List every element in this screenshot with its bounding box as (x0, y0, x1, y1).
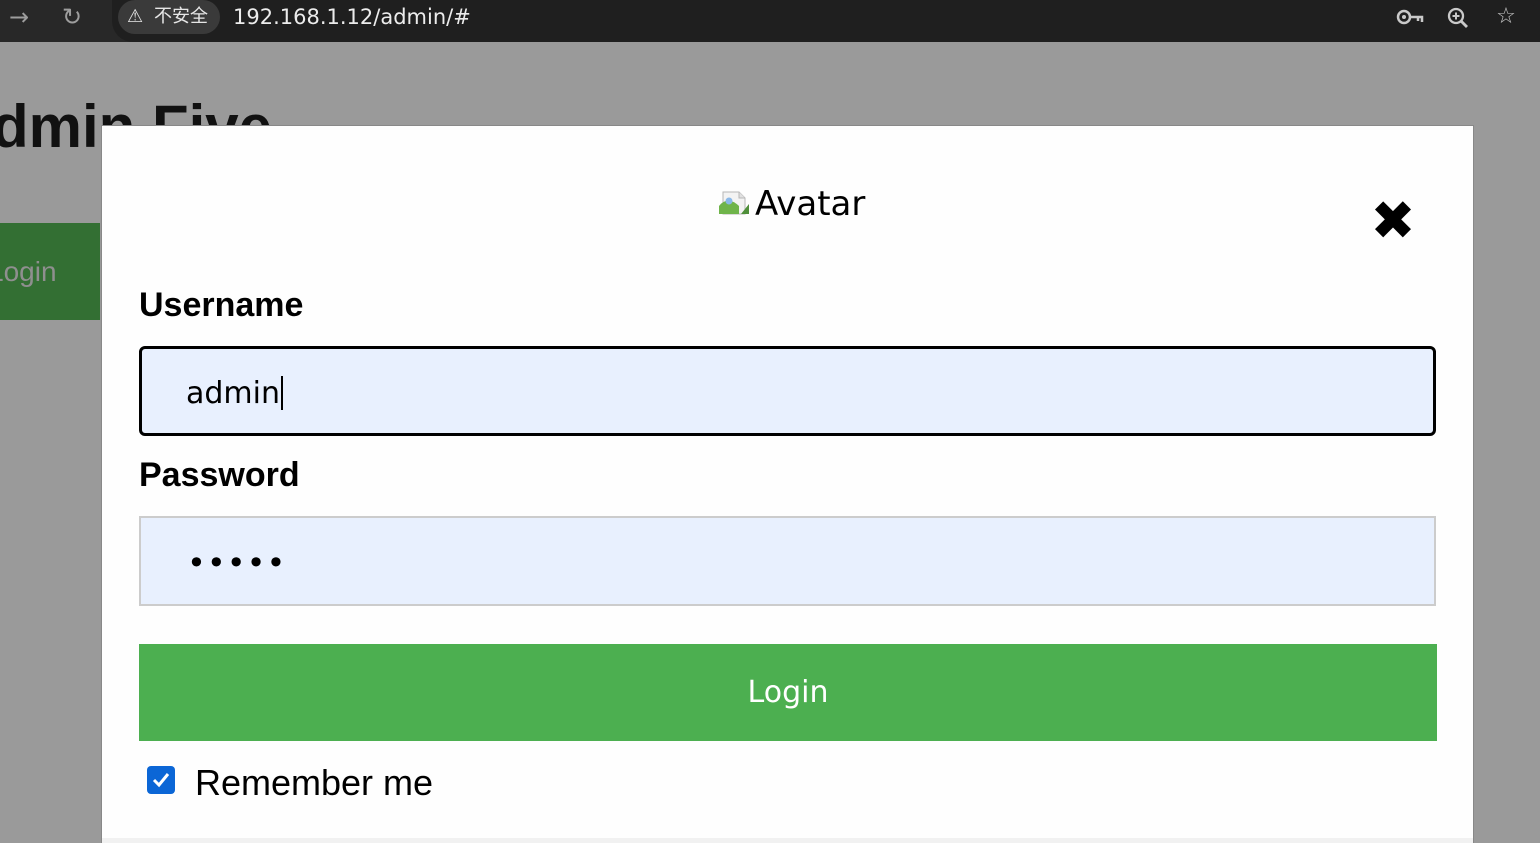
checkmark-icon (152, 773, 170, 788)
login-modal: Avatar ✖ Username admin Password ••••• L… (101, 125, 1474, 843)
open-login-button[interactable]: Login (0, 223, 100, 320)
password-label: Password (139, 456, 300, 494)
modal-footer (102, 838, 1473, 843)
remember-me-label: Remember me (195, 762, 434, 803)
browser-toolbar: → ↻ ⚠ 不安全 192.168.1.12/admin/# ☆ (0, 0, 1540, 52)
login-submit-button[interactable]: Login (139, 644, 1437, 741)
forward-arrow-icon[interactable]: → (2, 0, 36, 34)
close-icon[interactable]: ✖ (1370, 194, 1416, 248)
password-key-icon[interactable] (1393, 0, 1427, 34)
warning-triangle-icon: ⚠ (127, 6, 144, 27)
username-input[interactable]: admin (139, 346, 1436, 436)
bookmark-star-icon[interactable]: ☆ (1489, 0, 1523, 34)
security-chip[interactable]: ⚠ 不安全 (118, 0, 220, 34)
password-input[interactable]: ••••• (139, 516, 1436, 606)
avatar-alt-text: Avatar (755, 184, 866, 224)
security-label: 不安全 (154, 6, 208, 27)
broken-image-icon (719, 191, 749, 215)
text-caret (281, 375, 283, 410)
zoom-icon[interactable] (1441, 0, 1475, 34)
username-label: Username (139, 286, 304, 324)
reload-icon[interactable]: ↻ (55, 0, 89, 34)
url-text[interactable]: 192.168.1.12/admin/# (233, 0, 471, 34)
username-value: admin (186, 376, 280, 411)
password-value: ••••• (187, 544, 287, 582)
remember-me-checkbox[interactable] (147, 766, 175, 794)
